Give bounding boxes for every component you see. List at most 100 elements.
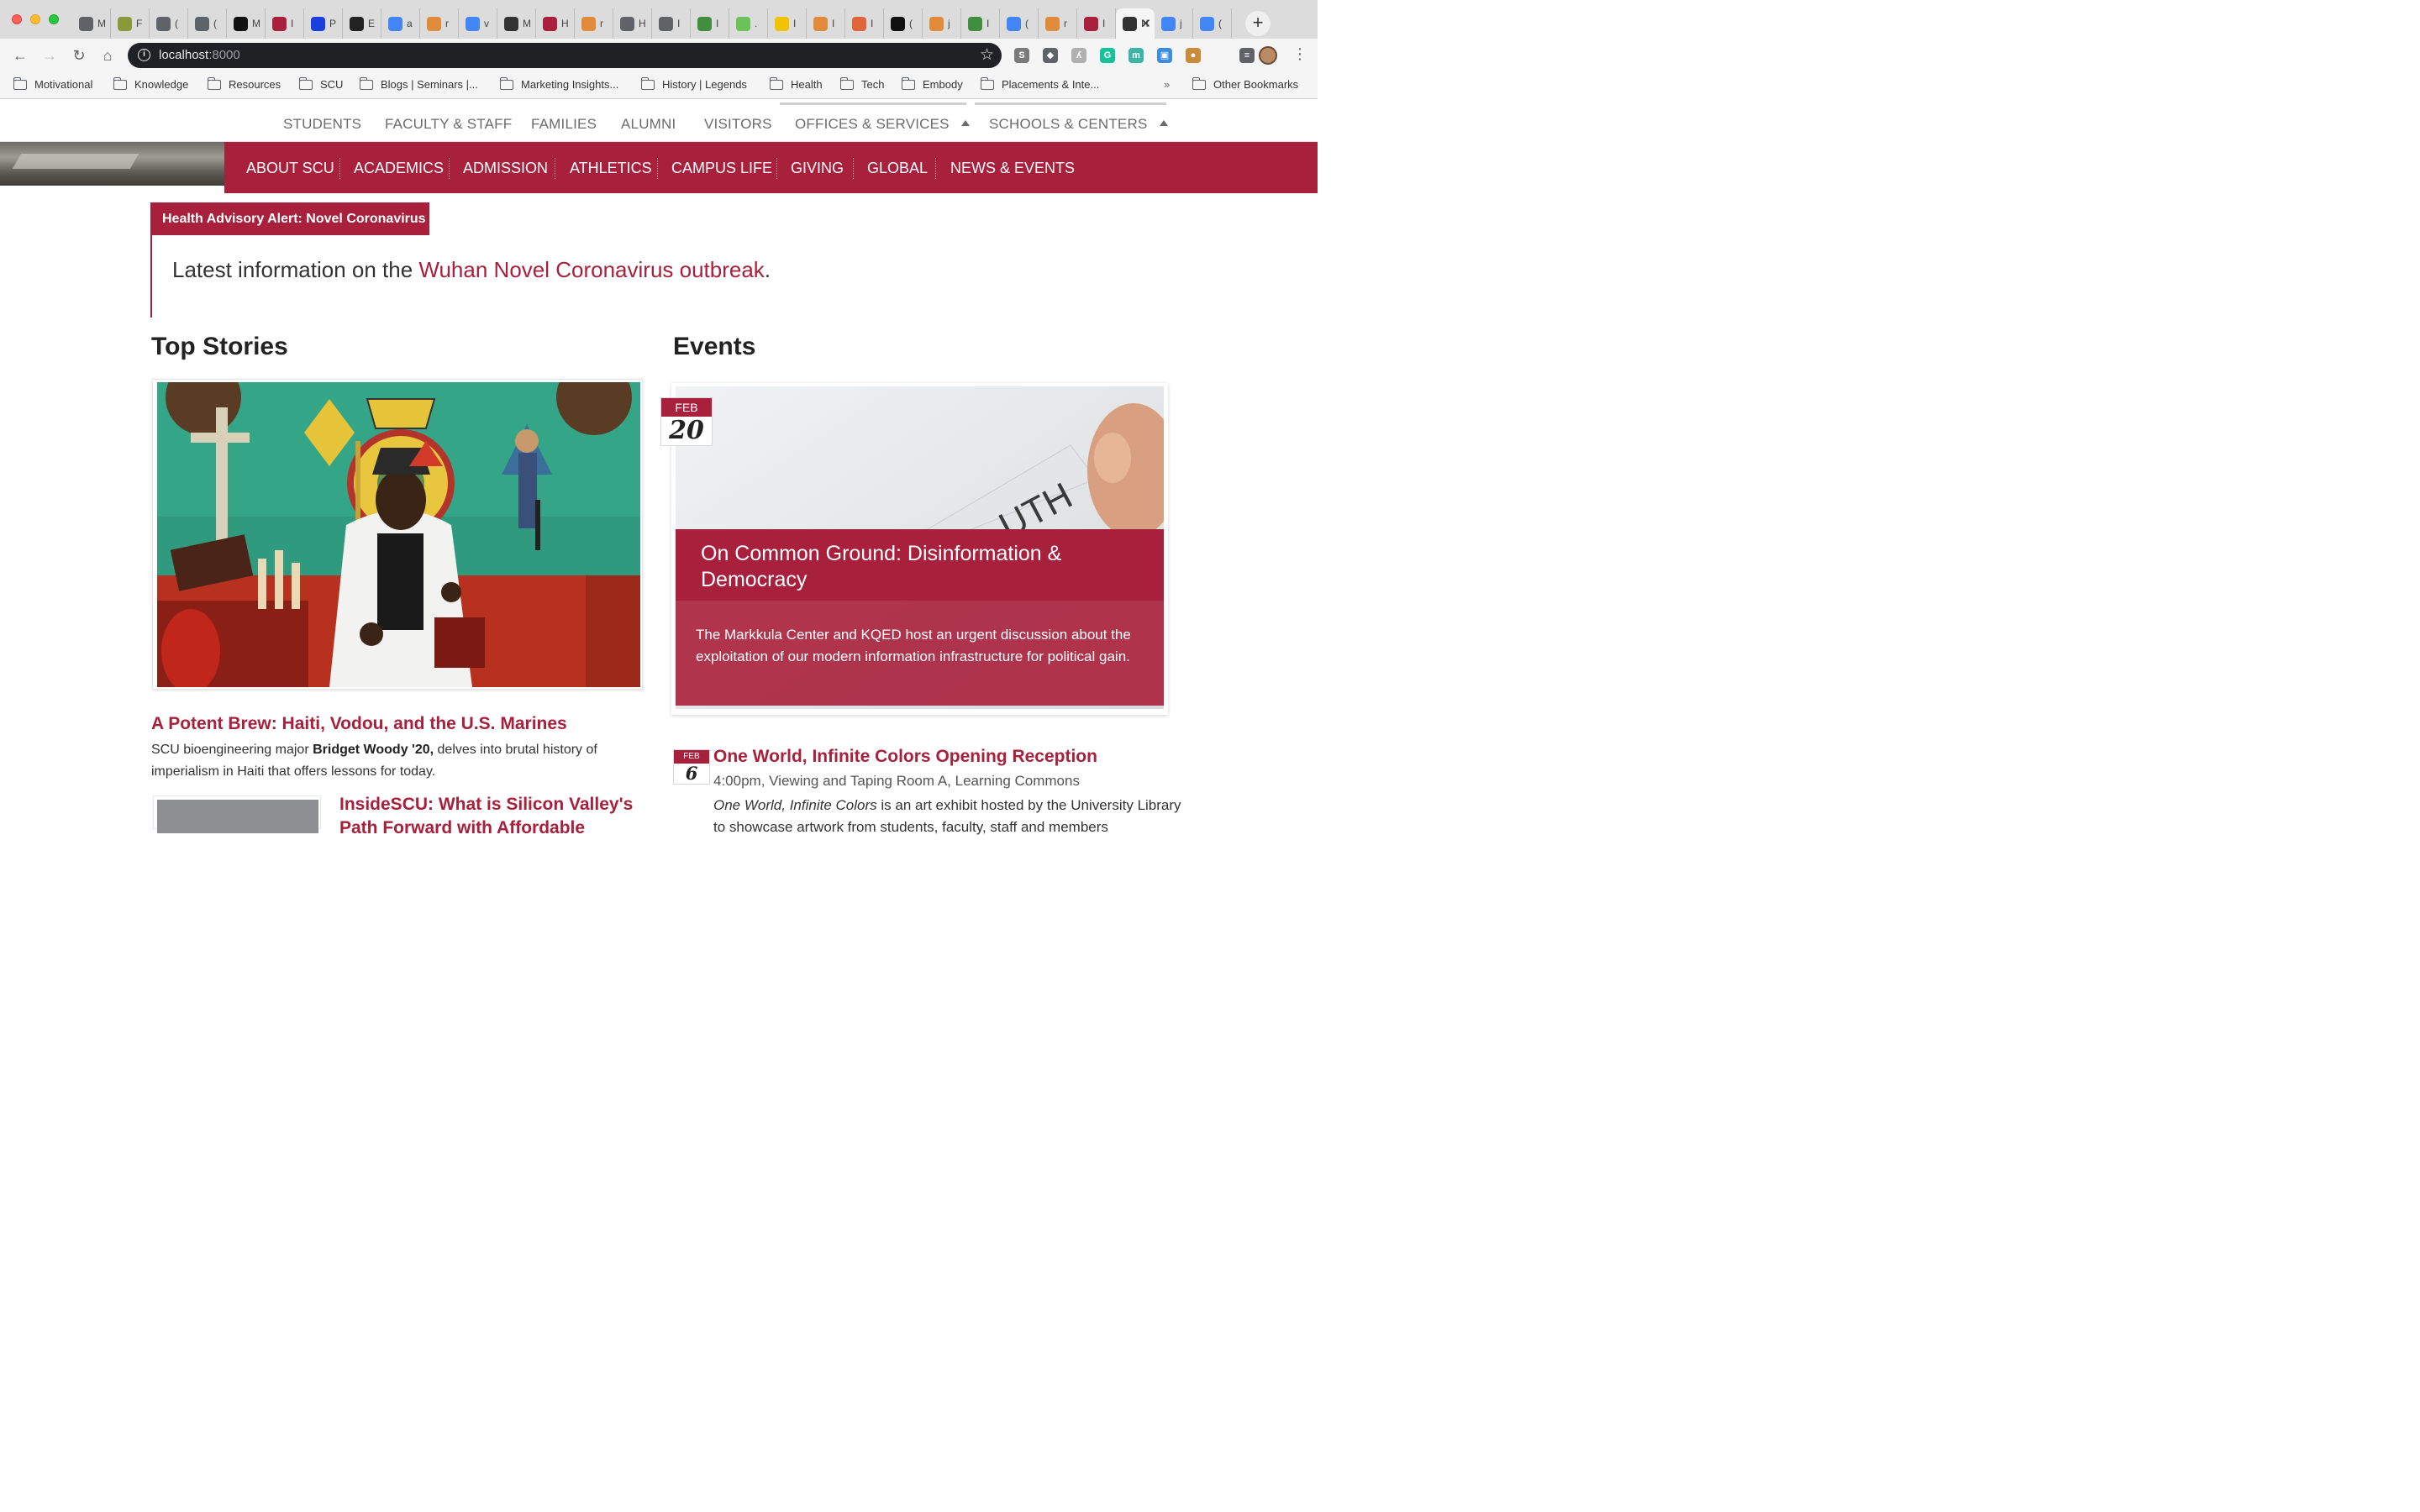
bookmark-star-icon[interactable]: ☆ [980, 45, 994, 65]
browser-tab[interactable]: M [72, 8, 111, 39]
browser-tab[interactable]: a [381, 8, 420, 39]
featured-story-title-link[interactable]: A Potent Brew: Haiti, Vodou, and the U.S… [151, 714, 567, 734]
playlist-icon[interactable]: ≡ [1239, 48, 1255, 63]
browser-tab[interactable]: I [845, 8, 884, 39]
bookmark-folder[interactable]: Blogs | Seminars |... [359, 76, 478, 91]
grammarly-icon[interactable]: G [1100, 48, 1115, 63]
audience-nav-offices-services[interactable]: OFFICES & SERVICES [795, 116, 970, 133]
new-tab-button[interactable]: + [1245, 11, 1270, 36]
browser-tab[interactable]: F [111, 8, 150, 39]
bookmark-label: History | Legends [662, 78, 747, 91]
address-bar[interactable]: i localhost:8000 ☆ [128, 43, 1002, 68]
browser-tab[interactable]: j [923, 8, 961, 39]
tab-title: I [986, 18, 990, 29]
audience-nav-schools-centers[interactable]: SCHOOLS & CENTERS [989, 116, 1168, 133]
audience-nav-families[interactable]: FAMILIES [531, 116, 597, 133]
close-tab-icon[interactable]: ✕ [1140, 16, 1151, 31]
audience-nav-visitors[interactable]: VISITORS [704, 116, 772, 133]
main-nav-campus-life[interactable]: CAMPUS LIFE [671, 160, 772, 177]
browser-tab[interactable]: . [729, 8, 768, 39]
google-icon [388, 16, 402, 31]
browser-tab[interactable]: H [613, 8, 652, 39]
offices-dropdown-indicator [780, 102, 966, 105]
bookmark-folder[interactable]: Knowledge [113, 76, 188, 91]
back-arrow-icon[interactable]: ← [10, 45, 30, 66]
browser-tab[interactable]: r [420, 8, 459, 39]
browser-tab[interactable]: I [266, 8, 304, 39]
other-bookmarks[interactable]: Other Bookmarks [1192, 76, 1298, 91]
browser-tab[interactable]: I [691, 8, 729, 39]
site-info-icon[interactable]: i [138, 49, 150, 61]
main-nav-admission[interactable]: ADMISSION [463, 160, 548, 177]
bulb-icon[interactable]: ◆ [1043, 48, 1058, 63]
cookie-icon[interactable]: ● [1186, 48, 1201, 63]
browser-tab[interactable]: M [497, 8, 536, 39]
bookmarks-overflow-icon[interactable]: » [1164, 78, 1170, 91]
browser-tab[interactable]: ( [1193, 8, 1232, 39]
browser-tab[interactable]: I [807, 8, 845, 39]
main-nav-athletics[interactable]: ATHLETICS [570, 160, 652, 177]
bookmark-folder[interactable]: SCU [298, 76, 343, 91]
bookmark-folder[interactable]: Health [769, 76, 823, 91]
featured-story-image[interactable] [152, 379, 643, 690]
close-window-button[interactable] [12, 14, 22, 24]
browser-tab[interactable]: M [227, 8, 266, 39]
bookmark-folder[interactable]: Motivational [13, 76, 92, 91]
bookmark-folder[interactable]: Resources [207, 76, 281, 91]
browser-tab[interactable]: v [459, 8, 497, 39]
browser-tab[interactable]: ( [150, 8, 188, 39]
s-icon[interactable]: S [1014, 48, 1029, 63]
audience-nav-alumni[interactable]: ALUMNI [621, 116, 676, 133]
main-nav-academics[interactable]: ACADEMICS [354, 160, 444, 177]
maximize-window-button[interactable] [49, 14, 59, 24]
story-desc-before: SCU bioengineering major [151, 743, 313, 757]
ask-icon [852, 16, 866, 31]
browser-menu-icon[interactable]: ⋮ [1292, 45, 1307, 63]
minimize-window-button[interactable] [30, 14, 40, 24]
rabbit-icon[interactable]: ʎ [1071, 48, 1086, 63]
reload-icon[interactable]: ↻ [69, 45, 89, 66]
forward-arrow-icon[interactable]: → [39, 45, 60, 66]
browser-tab[interactable]: I [768, 8, 807, 39]
ex-icon [350, 16, 364, 31]
featured-event-title-link[interactable]: On Common Ground: Disinformation & Democ… [701, 541, 1138, 593]
second-story-thumbnail[interactable] [153, 795, 321, 833]
tab-title: H [639, 18, 646, 29]
main-nav-news-events[interactable]: NEWS & EVENTS [950, 160, 1075, 177]
audience-nav-faculty-staff[interactable]: FACULTY & STAFF [385, 116, 512, 133]
top-stories-heading: Top Stories [151, 333, 288, 360]
main-nav-global[interactable]: GLOBAL [867, 160, 928, 177]
browser-tab[interactable]: ( [884, 8, 923, 39]
browser-tab[interactable]: I [652, 8, 691, 39]
github-icon [891, 16, 905, 31]
main-nav-giving[interactable]: GIVING [791, 160, 844, 177]
audience-nav-students[interactable]: STUDENTS [283, 116, 361, 133]
browser-tab[interactable]: ( [1000, 8, 1039, 39]
browser-tab[interactable]: I [961, 8, 1000, 39]
url-text[interactable]: localhost:8000 [159, 48, 240, 62]
box-icon[interactable]: ▣ [1157, 48, 1172, 63]
browser-tab[interactable]: I [1077, 8, 1116, 39]
bookmark-folder[interactable]: Embody [901, 76, 963, 91]
browser-tab[interactable]: j [1155, 8, 1193, 39]
profile-avatar[interactable] [1259, 46, 1277, 65]
browser-tab[interactable]: P [304, 8, 343, 39]
browser-tab[interactable]: H [536, 8, 575, 39]
m-icon[interactable]: m [1128, 48, 1144, 63]
event-day: 6 [685, 763, 698, 784]
bookmark-folder[interactable]: Placements & Inte... [980, 76, 1099, 91]
event-title-link[interactable]: One World, Infinite Colors Opening Recep… [713, 747, 1097, 767]
featured-event-card[interactable]: UTH On Common Ground: Disinformation & D… [671, 383, 1168, 715]
home-icon[interactable]: ⌂ [97, 45, 118, 66]
main-nav-about[interactable]: ABOUT SCU [246, 160, 334, 177]
bookmark-folder[interactable]: History | Legends [640, 76, 747, 91]
browser-tab[interactable]: r [575, 8, 613, 39]
coronavirus-outbreak-link[interactable]: Wuhan Novel Coronavirus outbreak [418, 257, 764, 282]
browser-tab[interactable]: H ✕ [1116, 8, 1155, 39]
browser-tab[interactable]: r [1039, 8, 1077, 39]
bookmark-folder[interactable]: Marketing Insights... [499, 76, 618, 91]
second-story-title-link[interactable]: InsideSCU: What is Silicon Valley's Path… [339, 793, 642, 840]
browser-tab[interactable]: ( [188, 8, 227, 39]
bookmark-folder[interactable]: Tech [839, 76, 884, 91]
browser-tab[interactable]: E [343, 8, 381, 39]
